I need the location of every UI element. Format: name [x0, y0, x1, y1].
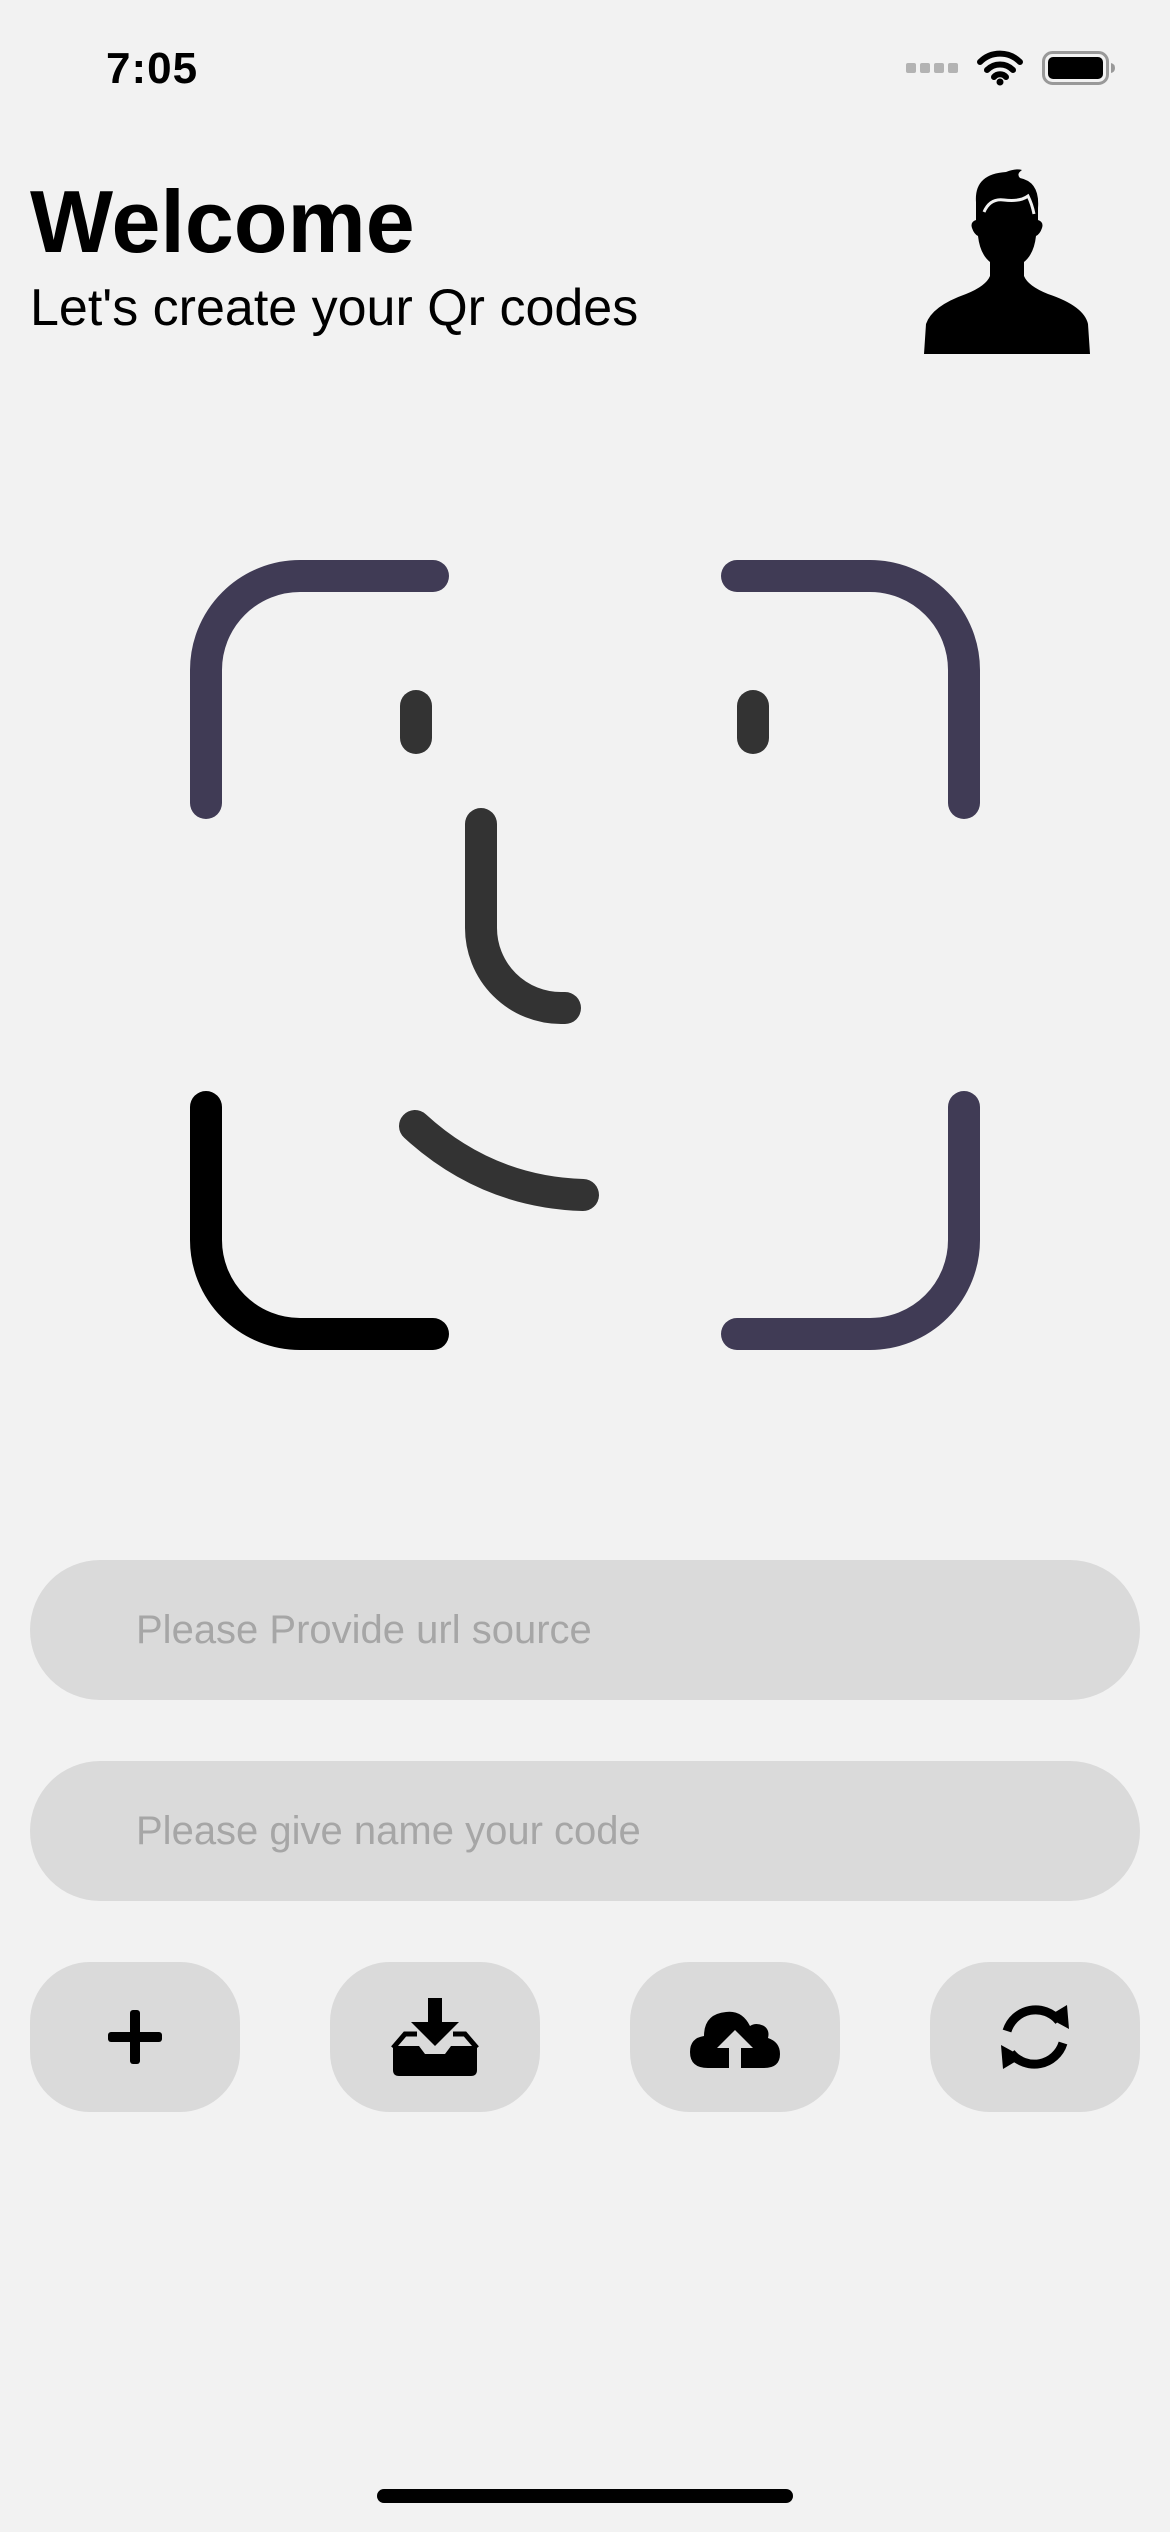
page-title: Welcome: [30, 172, 415, 271]
battery-icon: [1042, 51, 1115, 85]
frame-corner-bottom-left: [190, 1091, 449, 1350]
status-time: 7:05: [106, 44, 199, 93]
user-silhouette-icon[interactable]: [924, 168, 1090, 354]
face-id-icon: [190, 560, 980, 1350]
download-button[interactable]: [330, 1962, 540, 2112]
refresh-button[interactable]: [930, 1962, 1140, 2112]
upload-button[interactable]: [630, 1962, 840, 2112]
home-indicator[interactable]: [377, 2489, 793, 2503]
url-source-field[interactable]: [30, 1560, 1140, 1700]
cloud-upload-icon: [690, 2011, 780, 2068]
frame-corner-bottom-right: [721, 1091, 980, 1350]
cellular-signal-icon: [906, 63, 958, 73]
add-button[interactable]: [30, 1962, 240, 2112]
frame-corner-top-left: [190, 560, 449, 819]
url-source-input[interactable]: [136, 1607, 1140, 1653]
download-tray-icon: [391, 1998, 479, 2076]
plus-icon: [108, 2010, 162, 2064]
page-subtitle: Let's create your Qr codes: [30, 279, 639, 337]
code-name-field[interactable]: [30, 1761, 1140, 1901]
refresh-icon: [1001, 2005, 1069, 2069]
frame-corner-top-right: [721, 560, 980, 819]
status-icons: [906, 50, 1116, 86]
face-nose: [465, 808, 581, 1024]
wifi-icon: [977, 50, 1023, 86]
face-mouth: [399, 1110, 599, 1211]
code-name-input[interactable]: [136, 1808, 1140, 1854]
